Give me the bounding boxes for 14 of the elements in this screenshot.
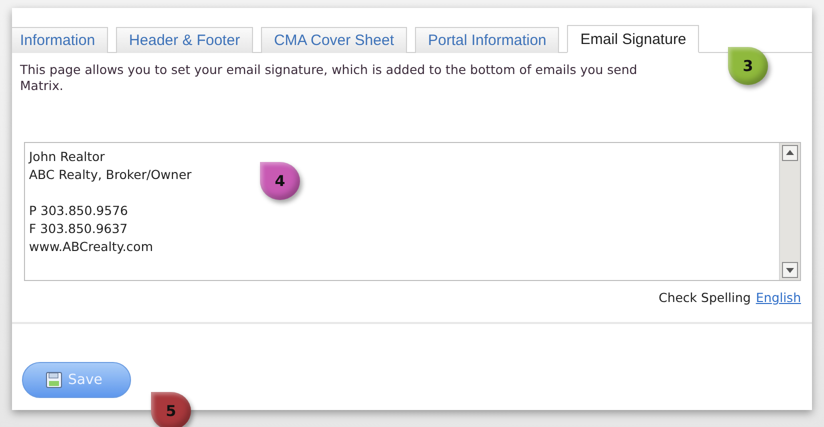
scroll-down-icon[interactable]	[782, 262, 798, 278]
check-spelling-label: Check Spelling	[658, 290, 751, 305]
callout-badge: 5	[151, 392, 191, 427]
tab[interactable]: CMA Cover Sheet	[260, 27, 407, 53]
tab[interactable]: Header & Footer	[116, 27, 253, 53]
language-link[interactable]: English	[756, 290, 801, 305]
tab[interactable]: Information	[12, 27, 108, 53]
description-text: Matrix.	[20, 78, 64, 94]
scroll-up-icon[interactable]	[782, 145, 798, 161]
tab[interactable]: Portal Information	[415, 27, 560, 53]
scrollbar[interactable]	[779, 143, 800, 280]
description-text: This page allows you to set your email signature, which is added to the bottom of emails you send	[20, 62, 638, 78]
callout-badge: 3	[728, 47, 768, 85]
tab[interactable]: Email Signature	[567, 25, 700, 53]
